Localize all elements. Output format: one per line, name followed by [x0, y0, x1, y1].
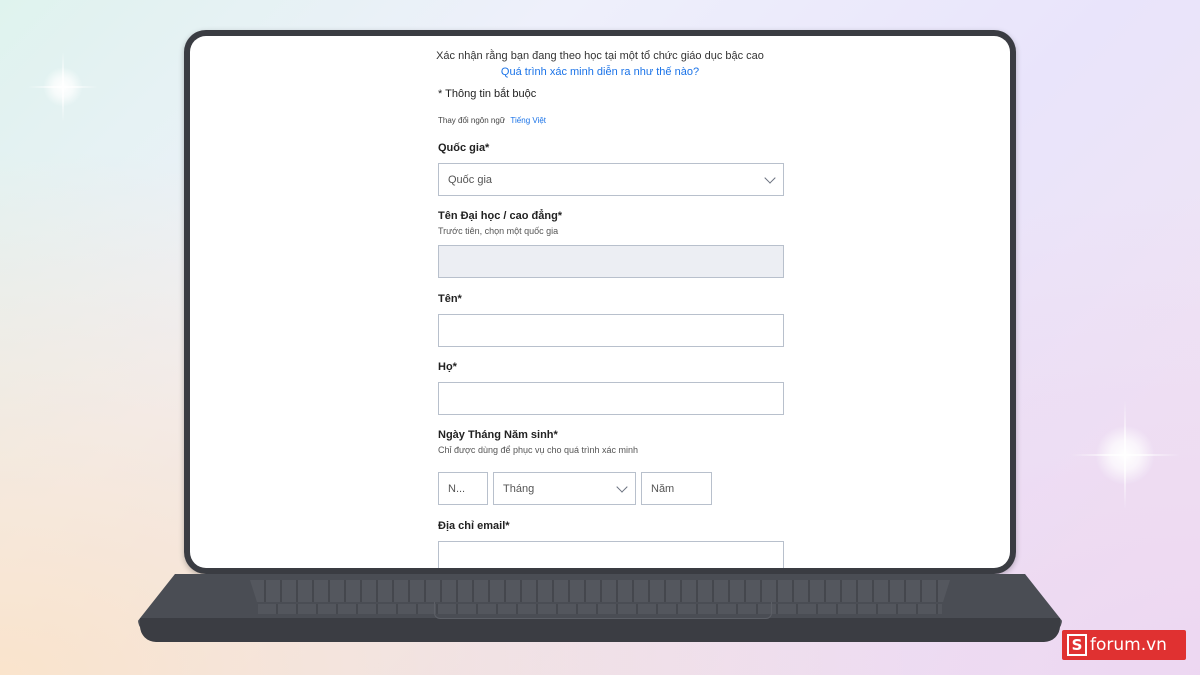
dob-day-placeholder: N...	[448, 482, 466, 495]
dob-day-input[interactable]: N...	[438, 472, 488, 505]
language-link[interactable]: Tiếng Việt	[510, 116, 546, 125]
verification-form: Xác nhận rằng bạn đang theo học tại một …	[190, 36, 1010, 568]
dob-year-placeholder: Năm	[651, 482, 675, 495]
form-intro-text: Xác nhận rằng bạn đang theo học tại một …	[436, 50, 764, 62]
chevron-down-icon	[764, 171, 776, 184]
how-verification-works-link[interactable]: Quá trình xác minh diễn ra như thế nào?	[190, 66, 1010, 78]
language-label: Thay đổi ngôn ngữ	[438, 116, 506, 125]
watermark-text: forum.vn	[1090, 635, 1167, 655]
dob-year-input[interactable]: Năm	[641, 472, 712, 505]
country-label: Quốc gia*	[438, 142, 490, 154]
required-note: * Thông tin bắt buộc	[438, 88, 537, 100]
last-name-label: Họ*	[438, 361, 457, 373]
email-label: Địa chỉ email*	[438, 520, 510, 532]
country-placeholder: Quốc gia	[448, 173, 493, 186]
university-label: Tên Đại học / cao đẳng*	[438, 210, 563, 222]
first-name-input[interactable]	[438, 314, 784, 347]
dob-label: Ngày Tháng Năm sinh*	[438, 429, 558, 441]
dob-month-placeholder: Tháng	[503, 482, 535, 495]
sforum-watermark: S forum.vn	[1062, 630, 1186, 660]
keyboard	[250, 580, 950, 602]
sforum-logo: S	[1067, 634, 1087, 656]
touchpad	[434, 602, 772, 619]
email-input[interactable]	[438, 541, 784, 568]
dob-month-select[interactable]: Tháng	[493, 472, 636, 505]
dob-hint: Chỉ được dùng để phục vụ cho quá trình x…	[438, 445, 639, 455]
laptop-screen: Xác nhận rằng bạn đang theo học tại một …	[190, 36, 1010, 568]
country-select[interactable]: Quốc gia	[438, 163, 784, 196]
chevron-down-icon	[616, 480, 628, 493]
university-input[interactable]	[438, 245, 784, 278]
laptop-front-edge	[140, 618, 1060, 642]
laptop-base	[138, 574, 1062, 646]
university-hint: Trước tiên, chọn một quốc gia	[438, 226, 559, 236]
last-name-input[interactable]	[438, 382, 784, 415]
language-selector: Thay đổi ngôn ngữ Tiếng Việt	[438, 116, 546, 125]
first-name-label: Tên*	[438, 293, 462, 305]
